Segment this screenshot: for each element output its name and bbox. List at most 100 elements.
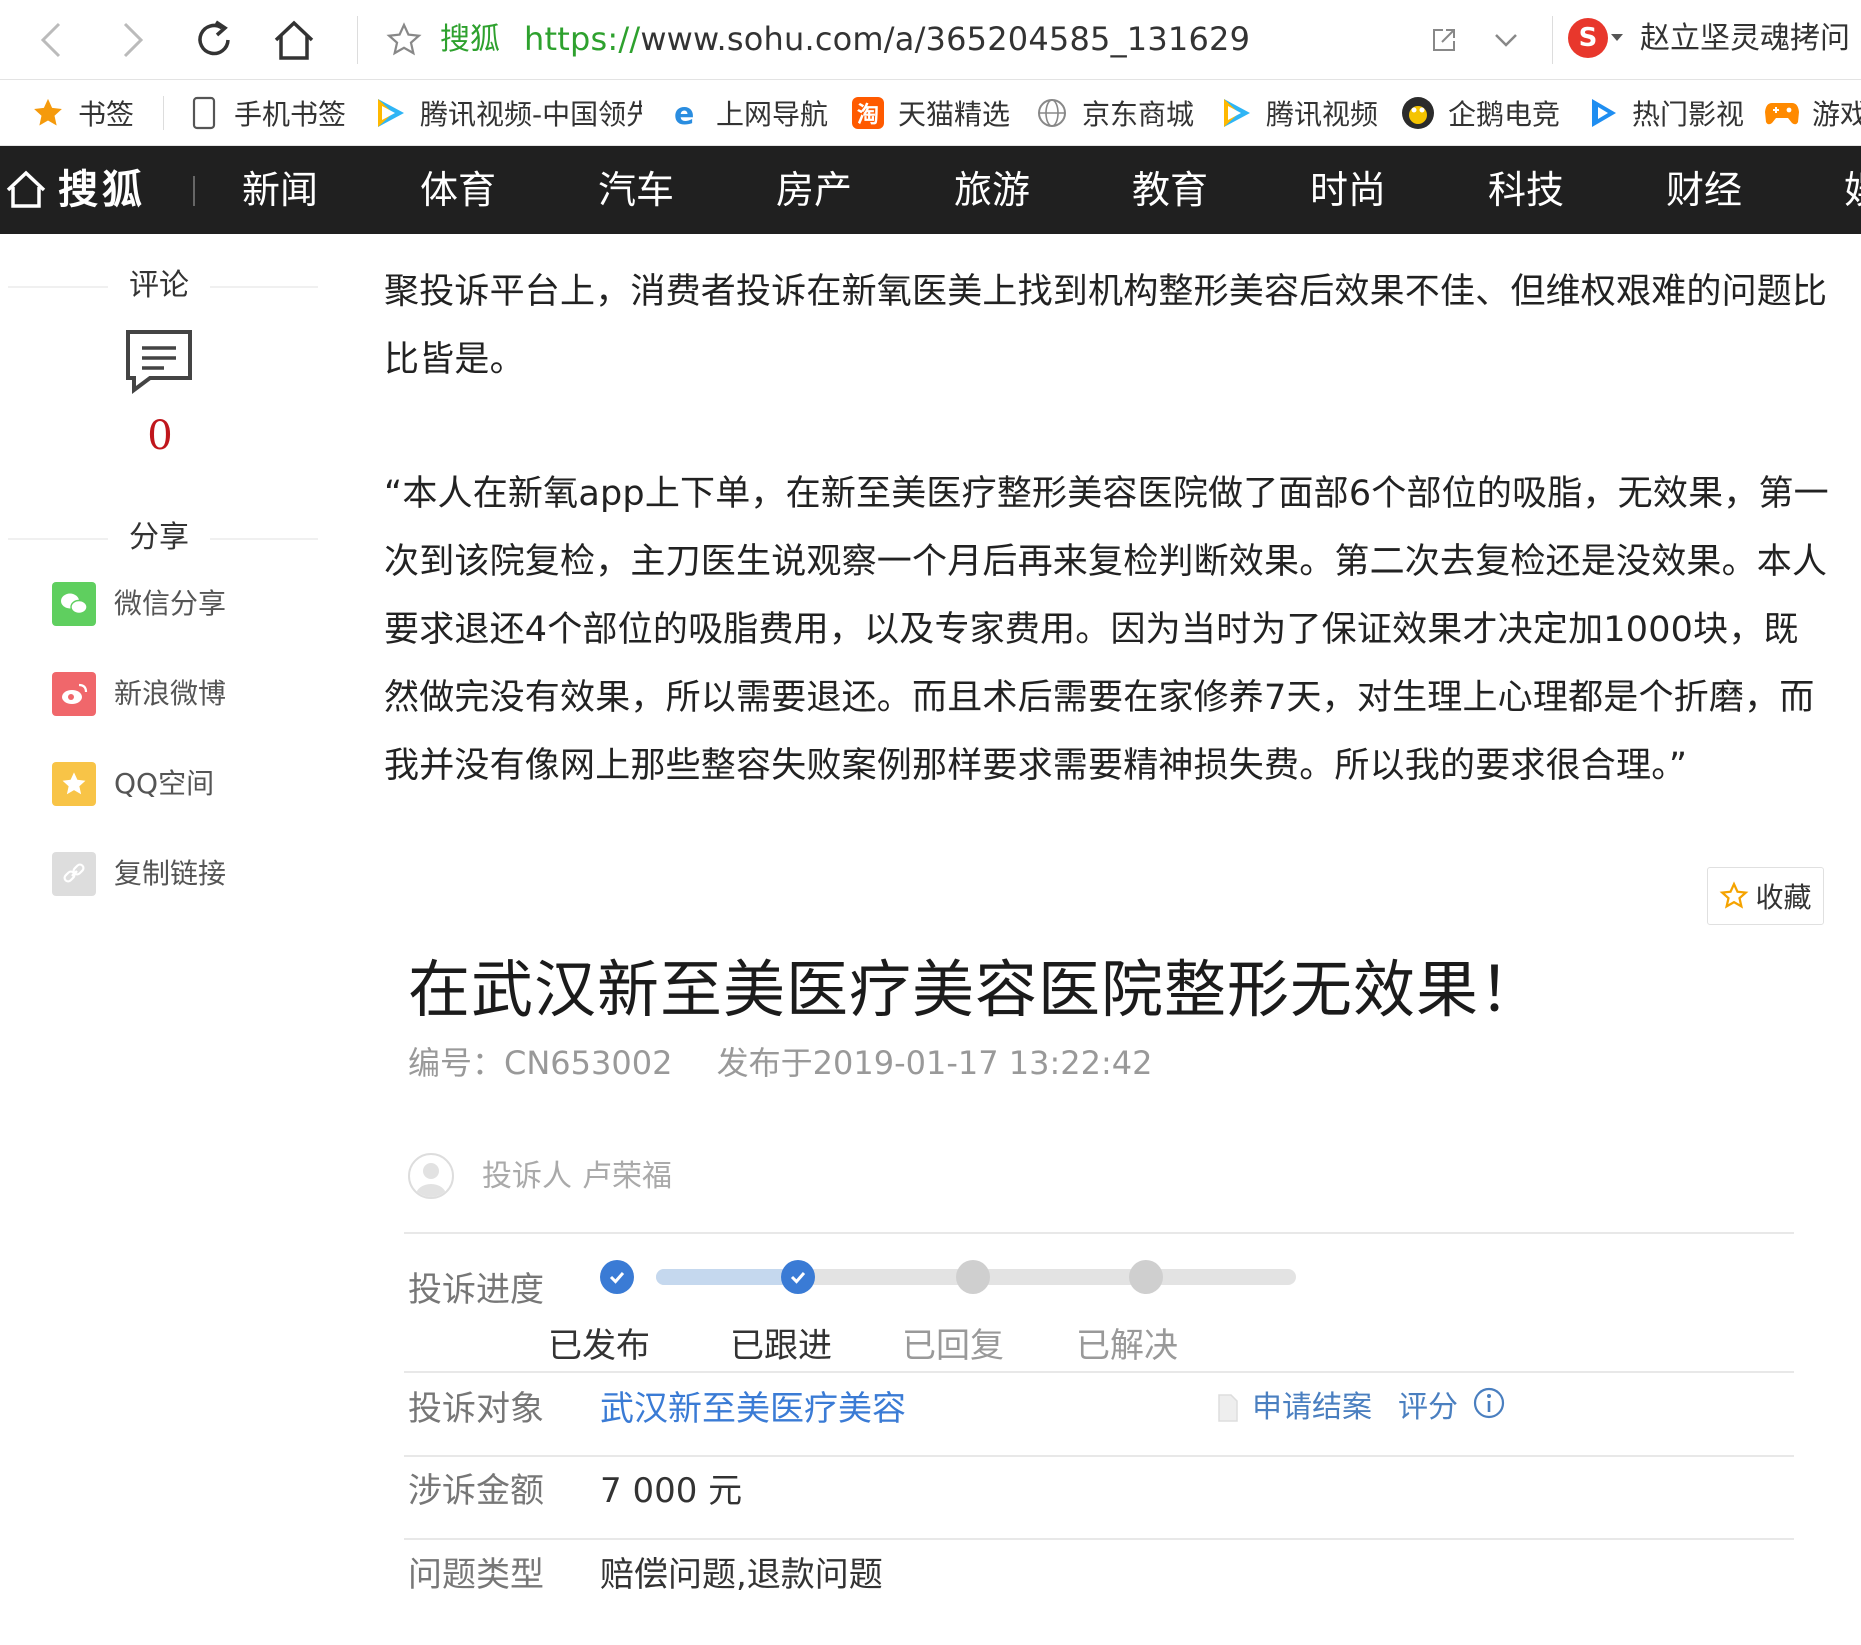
target-value[interactable]: 武汉新至美医疗美容 bbox=[600, 1386, 906, 1432]
comment-count[interactable]: 0 bbox=[138, 410, 182, 462]
share-wechat-button[interactable]: 微信分享 bbox=[52, 581, 226, 627]
reload-button[interactable] bbox=[188, 14, 240, 66]
chevron-down-icon bbox=[1495, 34, 1517, 47]
home-button[interactable] bbox=[268, 14, 320, 66]
bookmark-item[interactable]: 腾讯视频 bbox=[1218, 92, 1378, 134]
avatar bbox=[408, 1153, 454, 1199]
complaint-meta: 编号：CN653002 发布于2019-01-17 13:22:42 bbox=[408, 1041, 1153, 1085]
rate-button[interactable]: 评分 bbox=[1398, 1386, 1458, 1430]
chevron-right-icon bbox=[123, 22, 144, 58]
bookmark-item[interactable]: 腾讯视频-中国领先 bbox=[372, 92, 642, 134]
globe-icon bbox=[1034, 95, 1070, 131]
penguin-icon bbox=[1400, 95, 1436, 131]
nav-item-tech[interactable]: 科技 bbox=[1488, 162, 1564, 218]
nav-item-sports[interactable]: 体育 bbox=[420, 162, 496, 218]
target-label: 投诉对象 bbox=[408, 1389, 544, 1429]
bookmark-item[interactable]: 淘 天猫精选 bbox=[850, 92, 1010, 134]
title-rule bbox=[210, 538, 318, 540]
star-outline-icon bbox=[386, 22, 422, 56]
star-icon bbox=[30, 95, 66, 131]
home-outline-icon[interactable] bbox=[4, 168, 48, 212]
chevron-left-icon bbox=[40, 22, 61, 58]
home-icon bbox=[274, 20, 314, 60]
nav-item-house[interactable]: 房产 bbox=[776, 162, 852, 218]
bookmark-item[interactable]: 游戏 bbox=[1764, 92, 1861, 134]
tencent-video-icon bbox=[372, 95, 408, 131]
sohu-logo[interactable]: 搜狐 bbox=[58, 162, 146, 218]
share-weibo-button[interactable]: 新浪微博 bbox=[52, 671, 226, 717]
progress-label: 投诉进度 bbox=[408, 1270, 544, 1310]
nav-item-education[interactable]: 教育 bbox=[1132, 162, 1208, 218]
bookmark-item[interactable]: 手机书签 bbox=[186, 92, 346, 134]
complaint-title: 在武汉新至美医疗美容医院整形无效果！ bbox=[408, 953, 1543, 1026]
nav-item-auto[interactable]: 汽车 bbox=[598, 162, 674, 218]
nav-item-finance[interactable]: 财经 bbox=[1666, 162, 1742, 218]
bookmark-item[interactable]: 书签 bbox=[30, 92, 134, 134]
copy-link-button[interactable]: 复制链接 bbox=[52, 851, 226, 897]
title-rule bbox=[8, 538, 108, 540]
user-icon bbox=[416, 1163, 446, 1197]
document-icon bbox=[1218, 1394, 1238, 1422]
share-section-title: 分享 bbox=[0, 518, 320, 558]
svg-text:e: e bbox=[674, 97, 694, 130]
bookmark-item[interactable]: 热门影视 bbox=[1584, 92, 1744, 134]
type-value: 赔偿问题,退款问题 bbox=[600, 1555, 883, 1595]
article-body: 聚投诉平台上，消费者投诉在新氧医美上找到机构整形美容后效果不佳、但维权艰难的问题… bbox=[384, 258, 1832, 800]
divider bbox=[404, 1232, 1794, 1234]
step-dot bbox=[956, 1260, 990, 1294]
address-dropdown-button[interactable] bbox=[1486, 20, 1526, 60]
forward-button[interactable] bbox=[106, 14, 158, 66]
sogou-logo-icon[interactable]: S bbox=[1568, 18, 1608, 58]
article-paragraph: “本人在新氧app上下单，在新至美医疗整形美容医院做了面部6个部位的吸脂，无效果… bbox=[384, 474, 1829, 786]
bookmark-item[interactable]: 京东商城 bbox=[1034, 92, 1194, 134]
toolbar-divider bbox=[357, 16, 358, 64]
amount-label: 涉诉金额 bbox=[408, 1471, 544, 1511]
share-page-button[interactable] bbox=[1424, 20, 1464, 60]
reload-icon bbox=[198, 20, 230, 56]
nav-item-entertainment[interactable]: 娱 bbox=[1844, 162, 1861, 218]
ie-icon: e bbox=[668, 95, 704, 131]
search-engine-caret-icon[interactable] bbox=[1611, 34, 1623, 41]
sohu-channel-nav: 搜狐 新闻 体育 汽车 房产 旅游 教育 时尚 科技 财经 娱 bbox=[0, 146, 1861, 234]
bookmark-item[interactable]: e 上网导航 bbox=[668, 92, 828, 134]
nav-item-fashion[interactable]: 时尚 bbox=[1310, 162, 1386, 218]
tencent-video-icon bbox=[1218, 95, 1254, 131]
gamepad-icon bbox=[1764, 95, 1800, 131]
nav-item-travel[interactable]: 旅游 bbox=[954, 162, 1030, 218]
title-rule bbox=[8, 286, 108, 288]
type-label: 问题类型 bbox=[408, 1555, 544, 1595]
complaint-screenshot: 在武汉新至美医疗美容医院整形无效果！ 编号：CN653002 发布于2019-0… bbox=[384, 925, 1832, 1645]
search-hint[interactable]: 赵立坚灵魂拷问 bbox=[1640, 18, 1850, 60]
back-button[interactable] bbox=[26, 14, 78, 66]
comment-icon[interactable] bbox=[124, 328, 194, 394]
amount-value: 7 000 元 bbox=[600, 1471, 743, 1511]
share-qzone-button[interactable]: QQ空间 bbox=[52, 761, 214, 807]
address-site-name: 搜狐 bbox=[440, 22, 500, 57]
svg-text:淘: 淘 bbox=[857, 102, 879, 128]
nav-item-news[interactable]: 新闻 bbox=[242, 162, 318, 218]
article-paragraph: 聚投诉平台上，消费者投诉在新氧医美上找到机构整形美容后效果不佳、但维权艰难的问题… bbox=[384, 272, 1828, 380]
share-icon bbox=[1433, 29, 1455, 51]
bookmark-page-button[interactable] bbox=[382, 18, 426, 62]
wechat-icon bbox=[52, 582, 96, 626]
step-dot bbox=[781, 1260, 815, 1294]
favorite-button[interactable]: 收藏 bbox=[1707, 867, 1824, 925]
title-rule bbox=[210, 286, 318, 288]
complaint-published: 发布于2019-01-17 13:22:42 bbox=[716, 1044, 1153, 1082]
info-icon bbox=[1473, 1387, 1505, 1419]
complainant: 投诉人 卢荣福 bbox=[482, 1159, 672, 1194]
address-bar[interactable]: https://www.sohu.com/a/365204585_131629 bbox=[524, 18, 1250, 60]
play-icon bbox=[1584, 95, 1620, 131]
apply-close-button[interactable]: 申请结案 bbox=[1216, 1386, 1372, 1430]
step-label: 已解决 bbox=[1076, 1326, 1178, 1366]
step-dot bbox=[1129, 1260, 1163, 1294]
comment-section-title: 评论 bbox=[0, 266, 320, 306]
bookmarks-bar: 书签 手机书签 腾讯视频-中国领先 e 上网导航 淘 天猫精选 京东商城 腾讯视… bbox=[0, 80, 1861, 146]
nav-divider bbox=[193, 176, 195, 206]
step-dot bbox=[600, 1260, 634, 1294]
bookmarks-divider bbox=[163, 96, 164, 130]
star-outline-icon bbox=[1720, 881, 1749, 909]
bookmark-item[interactable]: 企鹅电竞 bbox=[1400, 92, 1560, 134]
info-button[interactable] bbox=[1472, 1386, 1506, 1420]
link-icon bbox=[52, 852, 96, 896]
